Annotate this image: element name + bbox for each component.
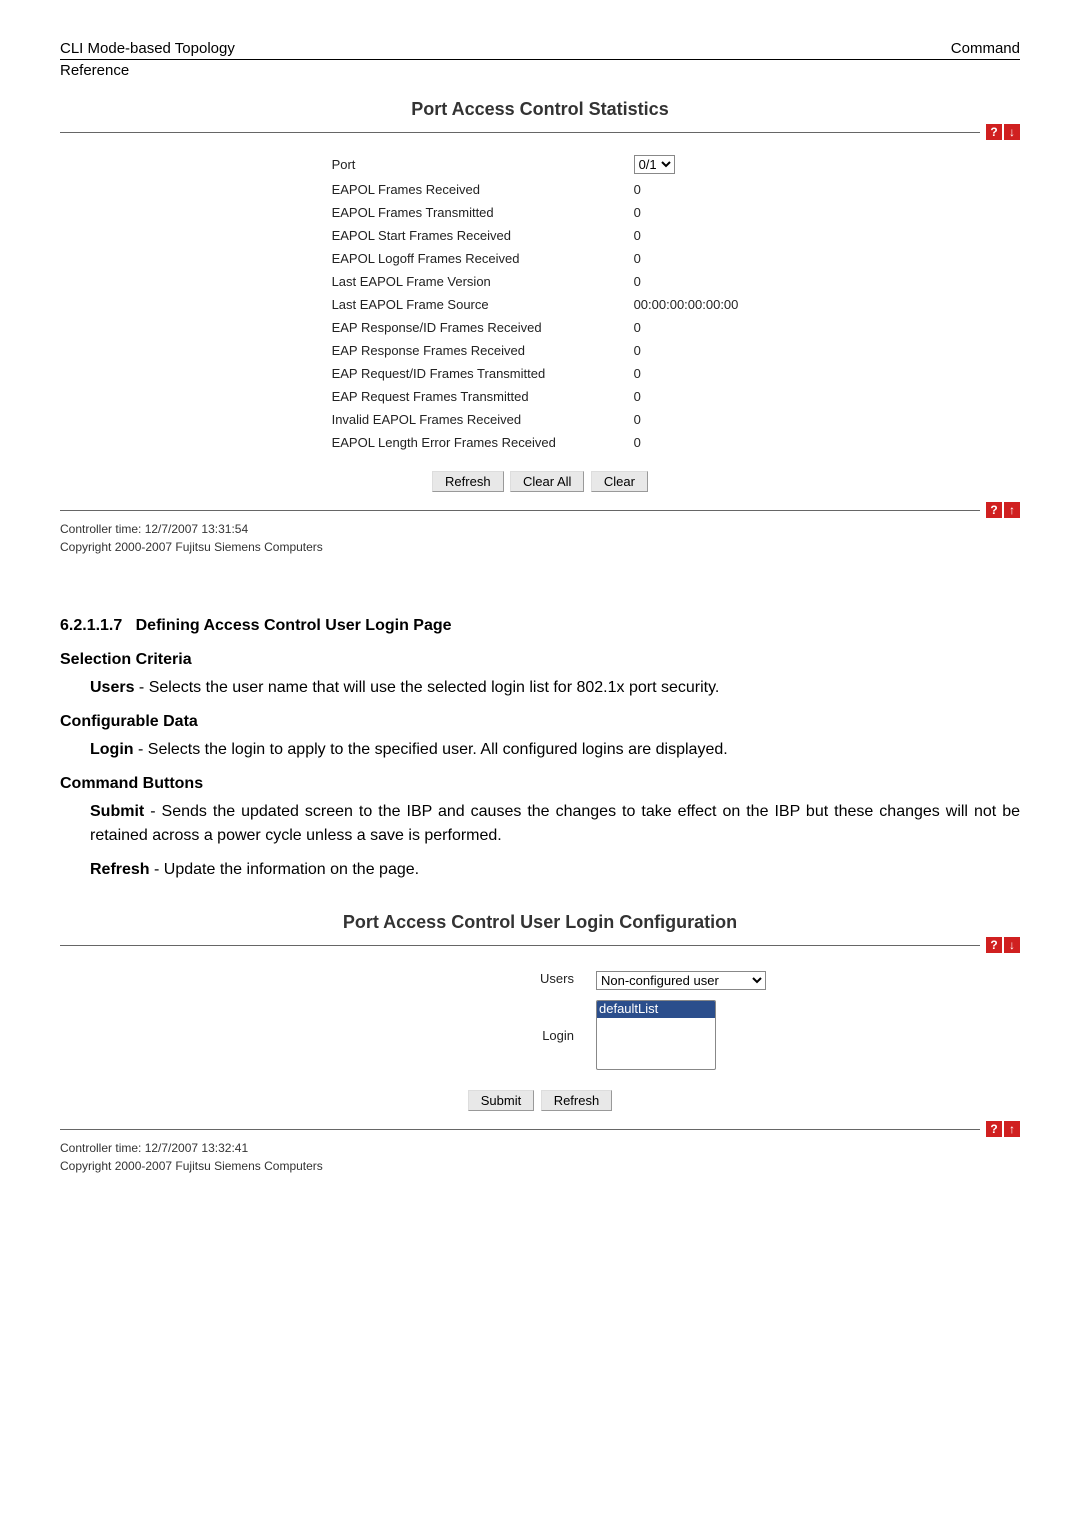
submit-description: Submit - Sends the updated screen to the…	[90, 800, 1020, 848]
selection-criteria-heading: Selection Criteria	[60, 648, 1020, 672]
stat-value: 0	[634, 179, 749, 200]
stat-value: 0	[634, 340, 749, 361]
scroll-down-icon[interactable]: ↓	[1004, 124, 1020, 140]
refresh-desc: - Update the information on the page.	[150, 861, 420, 878]
stat-label: EAP Request Frames Transmitted	[332, 386, 632, 407]
refresh-button[interactable]: Refresh	[541, 1090, 613, 1111]
stat-label: EAPOL Logoff Frames Received	[332, 248, 632, 269]
stat-value: 0	[634, 202, 749, 223]
panel2-copyright: Copyright 2000-2007 Fujitsu Siemens Comp…	[60, 1159, 1020, 1173]
users-select[interactable]: Non-configured user	[596, 971, 766, 990]
panel-bottom-rule: ? ↑	[60, 502, 1020, 518]
stat-row: Last EAPOL Frame Version0	[332, 271, 749, 292]
help-icon[interactable]: ?	[986, 937, 1002, 953]
stat-row: Last EAPOL Frame Source00:00:00:00:00:00	[332, 294, 749, 315]
user-config-table: Users Non-configured user Login defaultL…	[302, 965, 778, 1076]
panel2-bottom-rule: ? ↑	[60, 1121, 1020, 1137]
stat-label: EAP Response/ID Frames Received	[332, 317, 632, 338]
stat-label: EAPOL Length Error Frames Received	[332, 432, 632, 453]
users-desc: - Selects the user name that will use th…	[134, 679, 719, 696]
help-icon[interactable]: ?	[986, 124, 1002, 140]
selection-criteria-body: Users - Selects the user name that will …	[90, 676, 1020, 700]
panel-top-rule: ? ↓	[60, 124, 1020, 140]
port-row: Port 0/1	[332, 152, 749, 177]
login-select[interactable]: defaultList	[596, 1000, 716, 1070]
stat-row: EAP Response/ID Frames Received0	[332, 317, 749, 338]
stat-value: 0	[634, 248, 749, 269]
stat-value: 0	[634, 317, 749, 338]
login-label: Login	[304, 996, 584, 1074]
stat-row: EAP Response Frames Received0	[332, 340, 749, 361]
stat-row: EAP Request Frames Transmitted0	[332, 386, 749, 407]
doc-header-sub: Reference	[60, 62, 1020, 79]
stat-value: 0	[634, 363, 749, 384]
stat-value: 0	[634, 225, 749, 246]
stat-row: EAPOL Frames Received0	[332, 179, 749, 200]
stats-table: Port 0/1 EAPOL Frames Received0 EAPOL Fr…	[330, 150, 751, 455]
submit-button[interactable]: Submit	[468, 1090, 534, 1111]
scroll-up-icon[interactable]: ↑	[1004, 502, 1020, 518]
panel1-copyright: Copyright 2000-2007 Fujitsu Siemens Comp…	[60, 540, 1020, 554]
stat-label: Last EAPOL Frame Version	[332, 271, 632, 292]
port-access-stats-panel: Port Access Control Statistics ? ↓ Port …	[60, 99, 1020, 554]
configurable-data-heading: Configurable Data	[60, 710, 1020, 734]
stat-label: EAPOL Frames Transmitted	[332, 202, 632, 223]
doc-header-left: CLI Mode-based Topology	[60, 40, 235, 57]
stat-row: EAPOL Length Error Frames Received0	[332, 432, 749, 453]
users-row: Users Non-configured user	[304, 967, 776, 994]
clear-all-button[interactable]: Clear All	[510, 471, 584, 492]
login-option: defaultList	[597, 1001, 715, 1018]
stat-value: 0	[634, 271, 749, 292]
panel1-button-row: Refresh Clear All Clear	[60, 471, 1020, 492]
command-buttons-heading: Command Buttons	[60, 772, 1020, 796]
submit-desc: - Sends the updated screen to the IBP an…	[90, 803, 1020, 844]
stat-value: 00:00:00:00:00:00	[634, 294, 749, 315]
stat-row: EAPOL Logoff Frames Received0	[332, 248, 749, 269]
panel2-controller-time: Controller time: 12/7/2007 13:32:41	[60, 1141, 1020, 1155]
stat-label: EAP Request/ID Frames Transmitted	[332, 363, 632, 384]
doc-header: CLI Mode-based Topology Command	[60, 40, 1020, 60]
stat-label: Invalid EAPOL Frames Received	[332, 409, 632, 430]
section-heading: 6.2.1.1.7 Defining Access Control User L…	[60, 614, 1020, 638]
doc-text-section: 6.2.1.1.7 Defining Access Control User L…	[60, 614, 1020, 882]
stat-row: Invalid EAPOL Frames Received0	[332, 409, 749, 430]
section-title: Defining Access Control User Login Page	[136, 617, 452, 634]
stat-row: EAPOL Frames Transmitted0	[332, 202, 749, 223]
stat-row: EAP Request/ID Frames Transmitted0	[332, 363, 749, 384]
panel2-title: Port Access Control User Login Configura…	[60, 912, 1020, 933]
user-login-config-panel: Port Access Control User Login Configura…	[60, 912, 1020, 1173]
section-number: 6.2.1.1.7	[60, 617, 122, 634]
panel-title: Port Access Control Statistics	[60, 99, 1020, 120]
users-bold: Users	[90, 679, 134, 696]
panel1-controller-time: Controller time: 12/7/2007 13:31:54	[60, 522, 1020, 536]
help-icon[interactable]: ?	[986, 502, 1002, 518]
stat-row: EAPOL Start Frames Received0	[332, 225, 749, 246]
doc-header-right: Command	[951, 40, 1020, 57]
port-label: Port	[332, 152, 632, 177]
stat-label: EAPOL Start Frames Received	[332, 225, 632, 246]
refresh-button[interactable]: Refresh	[432, 471, 504, 492]
login-desc: - Selects the login to apply to the spec…	[134, 741, 728, 758]
refresh-bold: Refresh	[90, 861, 150, 878]
login-bold: Login	[90, 741, 134, 758]
refresh-description: Refresh - Update the information on the …	[90, 858, 1020, 882]
users-label: Users	[304, 967, 584, 994]
clear-button[interactable]: Clear	[591, 471, 648, 492]
login-row: Login defaultList	[304, 996, 776, 1074]
configurable-data-body: Login - Selects the login to apply to th…	[90, 738, 1020, 762]
stat-label: Last EAPOL Frame Source	[332, 294, 632, 315]
stat-label: EAPOL Frames Received	[332, 179, 632, 200]
stat-label: EAP Response Frames Received	[332, 340, 632, 361]
scroll-up-icon[interactable]: ↑	[1004, 1121, 1020, 1137]
port-select[interactable]: 0/1	[634, 155, 675, 174]
stat-value: 0	[634, 386, 749, 407]
stat-value: 0	[634, 432, 749, 453]
help-icon[interactable]: ?	[986, 1121, 1002, 1137]
panel2-button-row: Submit Refresh	[60, 1090, 1020, 1111]
scroll-down-icon[interactable]: ↓	[1004, 937, 1020, 953]
stat-value: 0	[634, 409, 749, 430]
submit-bold: Submit	[90, 803, 144, 820]
panel2-top-rule: ? ↓	[60, 937, 1020, 953]
